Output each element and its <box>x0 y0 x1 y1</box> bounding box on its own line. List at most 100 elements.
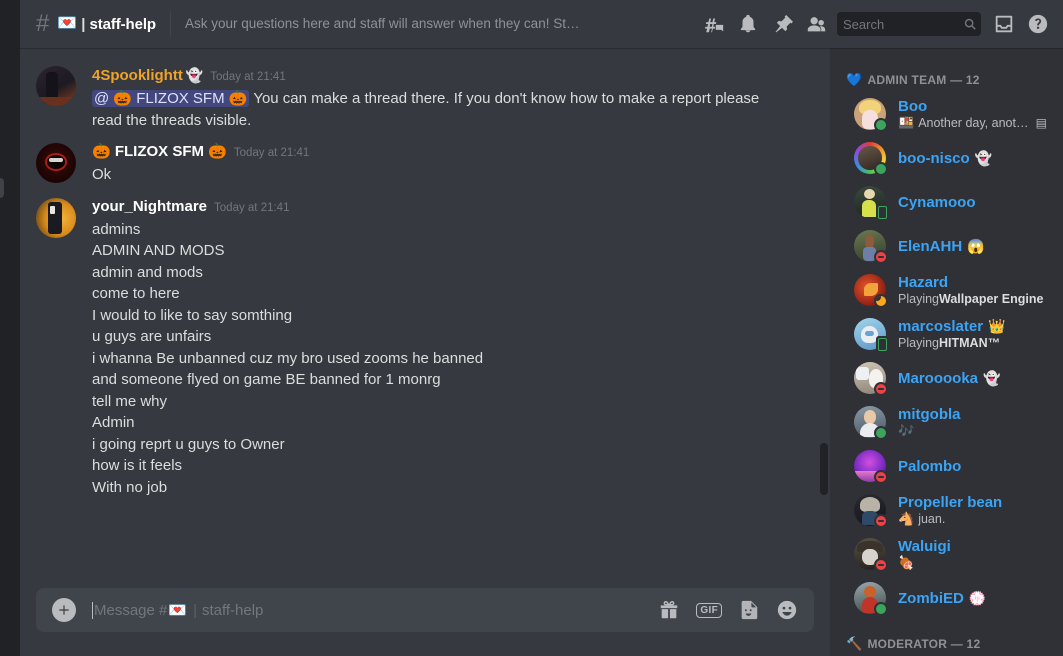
body: 4Spooklightt 👻 Today at 21:41 @ 🎃 FLIZOX SF… <box>20 48 1063 656</box>
message-header: your_Nightmare Today at 21:41 <box>92 197 814 218</box>
member-name-emoji: 👻 <box>983 369 1001 386</box>
emoji-icon[interactable] <box>776 599 798 621</box>
avatar <box>854 318 889 353</box>
member-name: Propeller bean <box>898 493 1003 511</box>
notification-bell-icon[interactable] <box>731 8 765 40</box>
threads-icon[interactable] <box>697 8 731 40</box>
member-name-row: boo-nisco 👻 <box>898 150 1047 167</box>
list-item[interactable]: ElenAHH 😱 <box>838 224 1055 268</box>
header-divider <box>170 12 171 36</box>
message-author[interactable]: 🎃 FLIZOX SFM 🎃 <box>92 142 227 162</box>
message-area: 4Spooklightt 👻 Today at 21:41 @ 🎃 FLIZOX SF… <box>20 48 830 656</box>
message-line: how is it feels <box>92 455 814 477</box>
help-icon[interactable] <box>1021 8 1055 40</box>
avatar <box>854 582 888 616</box>
channel-header: # 💌 | staff-help Ask your questions here… <box>20 0 1063 48</box>
avatar[interactable] <box>36 197 76 238</box>
avatar <box>854 186 889 221</box>
gift-icon[interactable] <box>658 599 680 621</box>
list-item[interactable]: Cynamooo <box>838 180 1055 224</box>
message-text: With no job <box>92 478 168 496</box>
status-online-badge <box>874 426 888 440</box>
server-selected-indicator <box>0 178 4 198</box>
list-item[interactable]: Boo🍱Another day, another vi... ▤ <box>838 92 1055 136</box>
server-rail <box>0 0 20 656</box>
status-dot <box>876 428 886 438</box>
status-dnd-badge <box>874 470 888 484</box>
pinned-messages-icon[interactable] <box>765 8 799 40</box>
member-group-header[interactable]: 💙 ADMIN TEAM — 12 <box>830 56 1063 92</box>
avatar <box>854 406 888 440</box>
composer-actions: GIF <box>642 599 814 621</box>
message-text: I would to like to say somthing <box>92 306 293 324</box>
status-dot <box>876 604 886 614</box>
message-text: Admin <box>92 414 135 431</box>
list-item[interactable]: ZombiED 💮 <box>838 576 1055 620</box>
group-emoji: 🔨 <box>846 636 863 651</box>
message-text: u guys are unfairs <box>92 328 212 345</box>
avatar[interactable] <box>36 143 76 183</box>
message-line: I would to like to say somthing <box>92 305 814 327</box>
page-title: staff-help <box>89 15 156 33</box>
gif-icon[interactable]: GIF <box>696 602 722 618</box>
message-author[interactable]: your_Nightmare <box>92 197 207 217</box>
search-input[interactable]: Search <box>837 12 981 36</box>
message-text: ADMIN AND MODS <box>92 242 225 259</box>
member-name: marcoslater <box>898 317 984 335</box>
avatar <box>854 274 888 308</box>
status-label: Playing <box>898 335 939 350</box>
message-line: i going reprt u guys to Owner <box>92 434 814 456</box>
member-name-row: Cynamooo <box>898 194 1047 211</box>
user-mention[interactable]: @ 🎃 FLIZOX SFM 🎃 <box>92 90 250 107</box>
message-author[interactable]: 4Spooklightt <box>92 66 183 86</box>
avatar <box>854 450 888 484</box>
message-line: come to here <box>92 283 814 305</box>
composer-input[interactable]: Message # 💌 | staff-help <box>92 601 642 619</box>
list-item[interactable]: Hazard Playing Wallpaper Engine <box>838 268 1055 312</box>
status-emoji: 🍱 <box>898 114 915 130</box>
member-name-row: Waluigi <box>898 538 1047 555</box>
status-dot <box>876 252 886 262</box>
message-composer[interactable]: Message # 💌 | staff-help GIF <box>36 588 814 632</box>
list-item[interactable]: Marooooka 👻 <box>838 356 1055 400</box>
avatar[interactable] <box>36 66 76 106</box>
member-list-icon[interactable] <box>799 8 833 40</box>
message-line: and someone flyed on game BE banned for … <box>92 369 814 391</box>
channel-emoji: 💌 <box>57 15 78 32</box>
list-item[interactable]: Palombo <box>838 444 1055 488</box>
member-list[interactable]: 💙 ADMIN TEAM — 12 Boo 🍱 Another day, another… <box>830 48 1063 656</box>
message-content: 🎃 FLIZOX SFM 🎃 Today at 21:41 Ok <box>92 142 814 186</box>
member-text: boo-nisco 👻 <box>898 150 1047 167</box>
list-item[interactable]: marcoslater 👑 Playing HITMAN™ <box>838 312 1055 356</box>
list-item[interactable]: boo-nisco 👻 <box>838 136 1055 180</box>
sticker-icon[interactable] <box>738 599 760 621</box>
discord-app: # 💌 | staff-help Ask your questions here… <box>0 0 1063 656</box>
phone-glyph <box>878 206 887 219</box>
list-item[interactable]: mitgobla 🎶 <box>838 400 1055 444</box>
custom-status-badge-icon: ▤ <box>1035 115 1047 130</box>
status-emoji: 🐴 <box>898 510 915 526</box>
member-status-text: 🎶 <box>898 423 1047 439</box>
member-group-header[interactable]: 🔨 MODERATOR — 12 <box>830 620 1063 656</box>
message-line: tell me why <box>92 391 814 413</box>
member-status-text: 🍖 <box>898 555 1047 571</box>
search-icon <box>963 17 977 31</box>
main-column: # 💌 | staff-help Ask your questions here… <box>20 0 1063 656</box>
group-emoji: 💙 <box>846 72 863 87</box>
list-item[interactable]: Waluigi 🍖 <box>838 532 1055 576</box>
message-text: and someone flyed on game BE banned for … <box>92 371 441 388</box>
member-text: Waluigi 🍖 <box>898 538 1047 571</box>
inbox-icon[interactable] <box>987 8 1021 40</box>
status-dot <box>876 296 886 306</box>
message-text: i going reprt u guys to Owner <box>92 435 285 453</box>
member-name-emoji: 👻 <box>974 149 993 166</box>
composer-placeholder-channel: staff-help <box>201 601 264 619</box>
member-name-row: ElenAHH 😱 <box>898 238 1047 255</box>
avatar <box>854 230 888 264</box>
status-dot <box>876 384 886 394</box>
list-item[interactable]: Propeller bean 🐴 juan. <box>838 488 1055 532</box>
plus-icon[interactable] <box>52 598 76 622</box>
message-scroller[interactable]: 4Spooklightt 👻 Today at 21:41 @ 🎃 FLIZOX SF… <box>20 48 830 588</box>
member-name-row: marcoslater 👑 <box>898 318 1047 335</box>
message-line: admins <box>92 219 814 241</box>
